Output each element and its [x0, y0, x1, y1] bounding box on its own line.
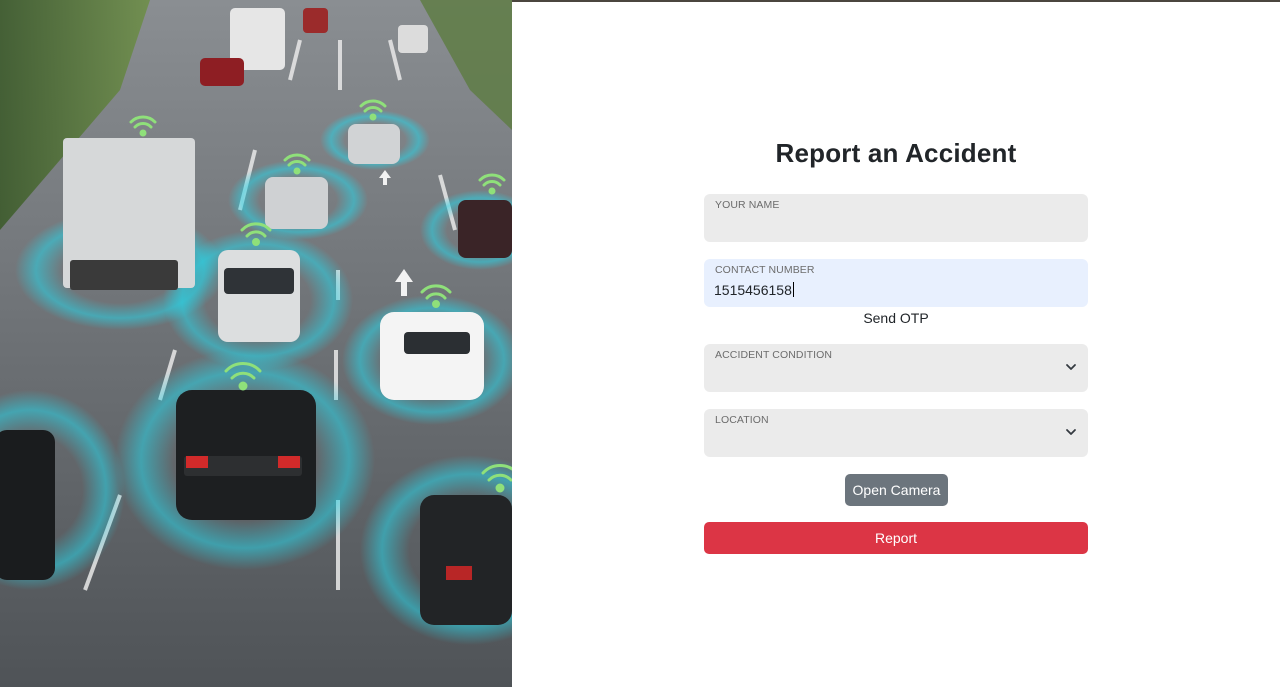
open-camera-button[interactable]: Open Camera	[845, 474, 948, 506]
send-otp-link[interactable]: Send OTP	[704, 310, 1088, 326]
chevron-down-icon	[1066, 364, 1076, 370]
chevron-down-icon	[1066, 429, 1076, 435]
location-select[interactable]: LOCATION	[704, 409, 1088, 457]
page-title: Report an Accident	[775, 138, 1017, 168]
contact-number-value[interactable]: 1515456158	[714, 282, 794, 298]
accident-condition-select[interactable]: ACCIDENT CONDITION	[704, 344, 1088, 392]
contact-number-text: 1515456158	[714, 282, 792, 298]
accident-condition-label: ACCIDENT CONDITION	[715, 349, 833, 361]
location-label: LOCATION	[715, 414, 769, 426]
text-caret	[792, 282, 794, 297]
hero-image-autonomous-traffic	[0, 0, 512, 687]
name-field-label: YOUR NAME	[715, 199, 780, 211]
contact-number-label: CONTACT NUMBER	[715, 264, 815, 276]
contact-number-field[interactable]: CONTACT NUMBER 1515456158	[704, 259, 1088, 307]
report-button[interactable]: Report	[704, 522, 1088, 554]
name-field[interactable]: YOUR NAME	[704, 194, 1088, 242]
